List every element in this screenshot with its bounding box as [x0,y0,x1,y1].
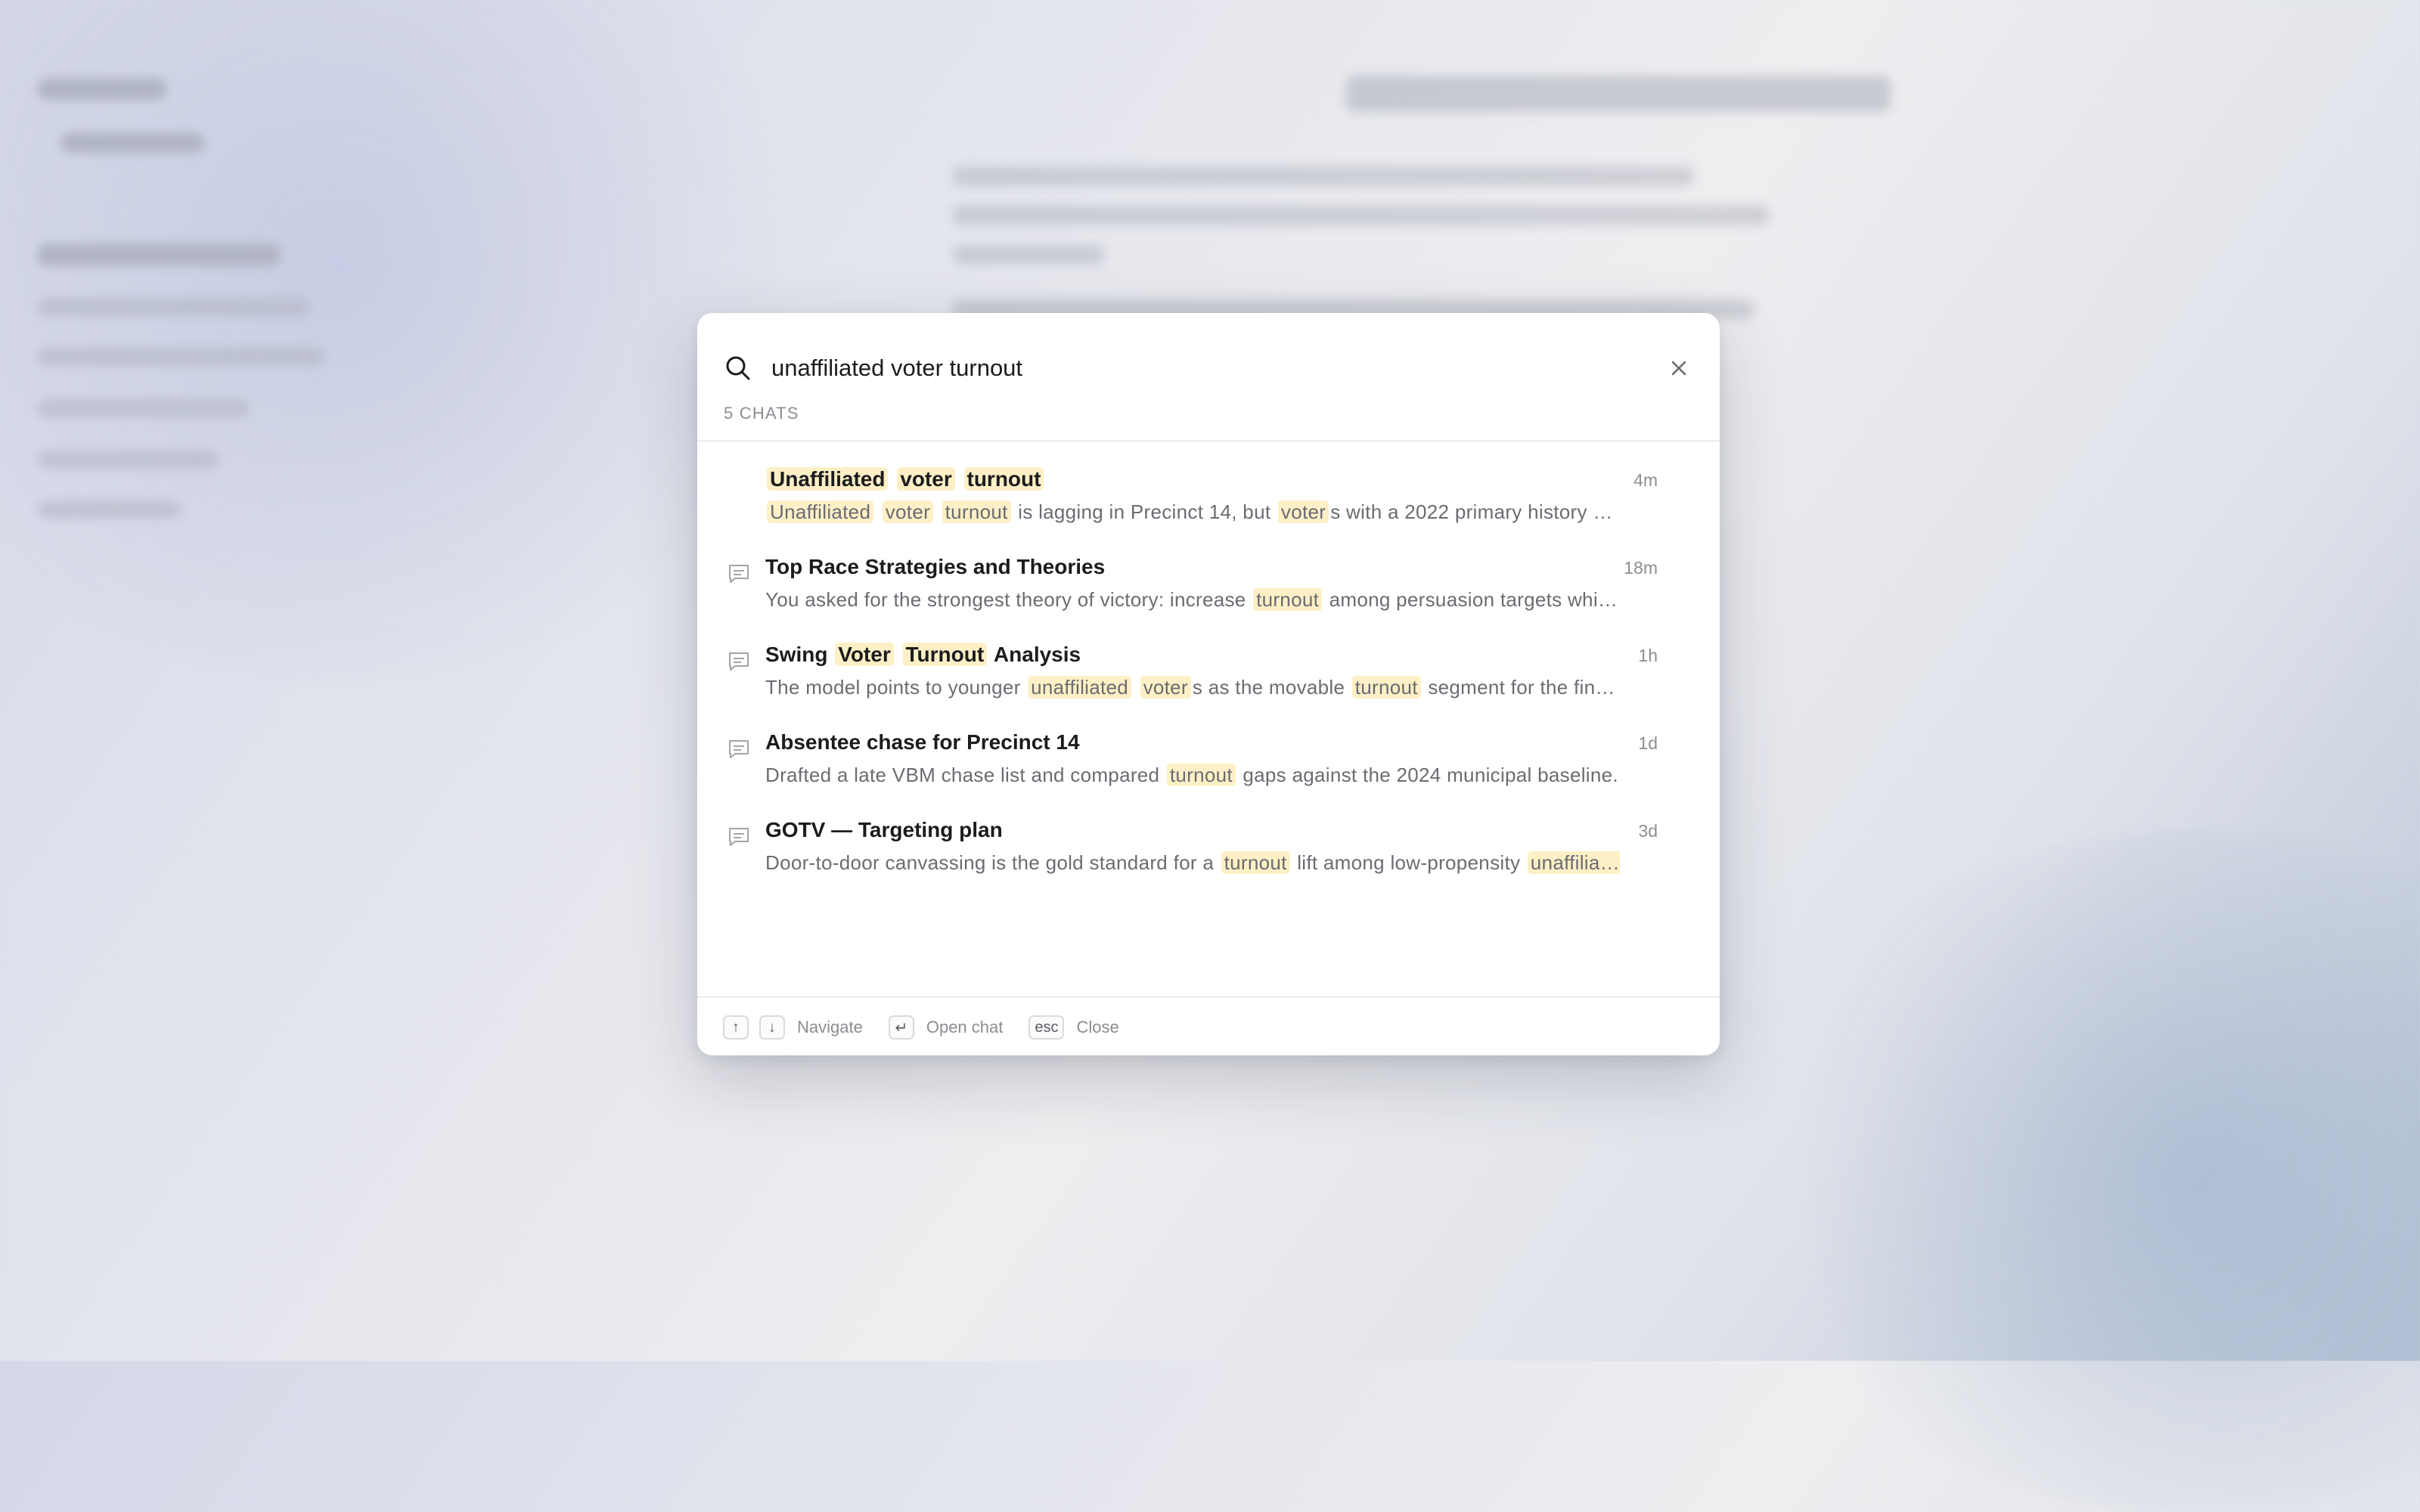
search-bar [723,342,1694,395]
text-fragment [1133,676,1139,699]
text-fragment: Analysis [988,643,1081,666]
match-highlight: turnout [963,467,1044,491]
search-input[interactable] [771,345,1661,391]
chat-result-time: 1h [1638,646,1658,665]
chat-result-snippet: Door-to-door canvassing is the gold stan… [765,851,1620,875]
match-highlight: turnout [942,500,1011,523]
chat-result-snippet: Drafted a late VBM chase list and compar… [765,764,1620,787]
text-fragment: s as the movable [1192,676,1351,699]
chat-result-title: Absentee chase for Precinct 14 [765,730,1080,754]
chat-result-time: 4m [1634,470,1658,490]
text-fragment [875,500,881,523]
close-hint: Close [1076,1018,1119,1036]
chat-result-item[interactable]: GOTV — Targeting plan 3d Door-to-door canv… [697,809,1720,897]
search-chats-dialog: 5 CHATS Unaffiliated voter turnout4mUnaf… [697,313,1720,1055]
chat-result-item[interactable]: Top Race Strategies and Theories 18m You a… [697,546,1720,634]
match-highlight: voter [1277,500,1329,523]
chat-result-snippet: The model points to younger unaffiliated… [765,676,1620,699]
chat-result-title: Unaffiliated voter turnout [765,467,1045,491]
chat-result-snippet: Unaffiliated voter turnout is lagging in… [765,500,1620,524]
text-fragment: Drafted a late VBM chase list and compar… [765,764,1165,786]
match-highlight: turnout [1351,676,1421,699]
close-button[interactable] [1661,350,1697,386]
match-highlight: turnout [1221,851,1290,874]
match-highlight: Voter [835,643,894,666]
match-highlight: Unaffiliated [767,500,874,523]
match-highlight: Turnout [902,643,988,666]
match-highlight: unaffiliated [1028,676,1132,699]
esc-key: esc [1028,1015,1065,1040]
chat-bubble-icon [726,561,752,587]
text-fragment [957,467,963,491]
match-highlight: voter [897,467,955,491]
chat-result-title: Top Race Strategies and Theories [765,555,1105,579]
close-icon [1671,361,1686,376]
search-icon [723,353,753,383]
text-fragment: Top Race Strategies and Theories [765,555,1106,578]
text-fragment: You asked for the strongest theory of vi… [765,588,1252,611]
text-fragment: among persuasion targets while... [1323,588,1620,611]
match-highlight: unaffiliated [1527,851,1620,874]
chat-result-time: 1d [1638,733,1658,753]
results-list: Unaffiliated voter turnout 4m Unaffiliated… [697,458,1720,897]
chat-result-time: 3d [1638,821,1658,841]
chat-result-snippet: You asked for the strongest theory of vi… [765,588,1620,612]
match-highlight: voter [882,500,934,523]
text-fragment [895,643,901,666]
text-fragment: s with a 2022 primary history are... [1330,500,1620,523]
match-highlight: voter [1140,676,1191,699]
chat-result-item[interactable]: Swing Voter Turnout Analysis 1h The model … [697,634,1720,721]
enter-key: ↵ [888,1015,914,1040]
chat-result-title: GOTV — Targeting plan [765,818,1003,842]
divider [697,996,1720,998]
chat-bubble-icon [726,824,752,850]
chat-result-title: Swing Voter Turnout Analysis [765,643,1081,667]
keyboard-hints: ↑ ↓ Navigate ↵ Open chat esc Close [723,1009,1694,1046]
chat-result-item[interactable]: Absentee chase for Precinct 14 1d Drafted … [697,721,1720,809]
navigate-hint: Navigate [797,1018,863,1036]
arrow-up-key: ↑ [723,1015,749,1040]
chat-bubble-icon [726,736,752,762]
text-fragment: gaps against the 2024 municipal baseline… [1236,764,1618,786]
text-fragment: is lagging in Precinct 14, but [1012,500,1277,523]
text-fragment: Absentee chase for Precinct 14 [765,730,1080,754]
text-fragment: Door-to-door canvassing is the gold stan… [765,851,1220,874]
results-count: 5 CHATS [724,404,799,423]
text-fragment: lift among low-propensity [1291,851,1526,874]
open-chat-hint: Open chat [926,1018,1004,1036]
arrow-down-key: ↓ [759,1015,785,1040]
chat-result-time: 18m [1624,558,1658,578]
text-fragment: The model points to younger [765,676,1027,699]
text-fragment [889,467,895,491]
match-highlight: turnout [1166,764,1236,786]
text-fragment: segment for the final weeke... [1428,676,1620,699]
text-fragment [935,500,941,523]
match-highlight: turnout [1253,588,1323,611]
chat-result-item[interactable]: Unaffiliated voter turnout 4m Unaffiliated… [697,458,1720,546]
match-highlight: Unaffiliated [767,467,889,491]
text-fragment: Swing [765,643,834,666]
text-fragment: GOTV — Targeting plan [765,818,1003,841]
divider [697,440,1720,442]
chat-bubble-icon [726,649,752,674]
